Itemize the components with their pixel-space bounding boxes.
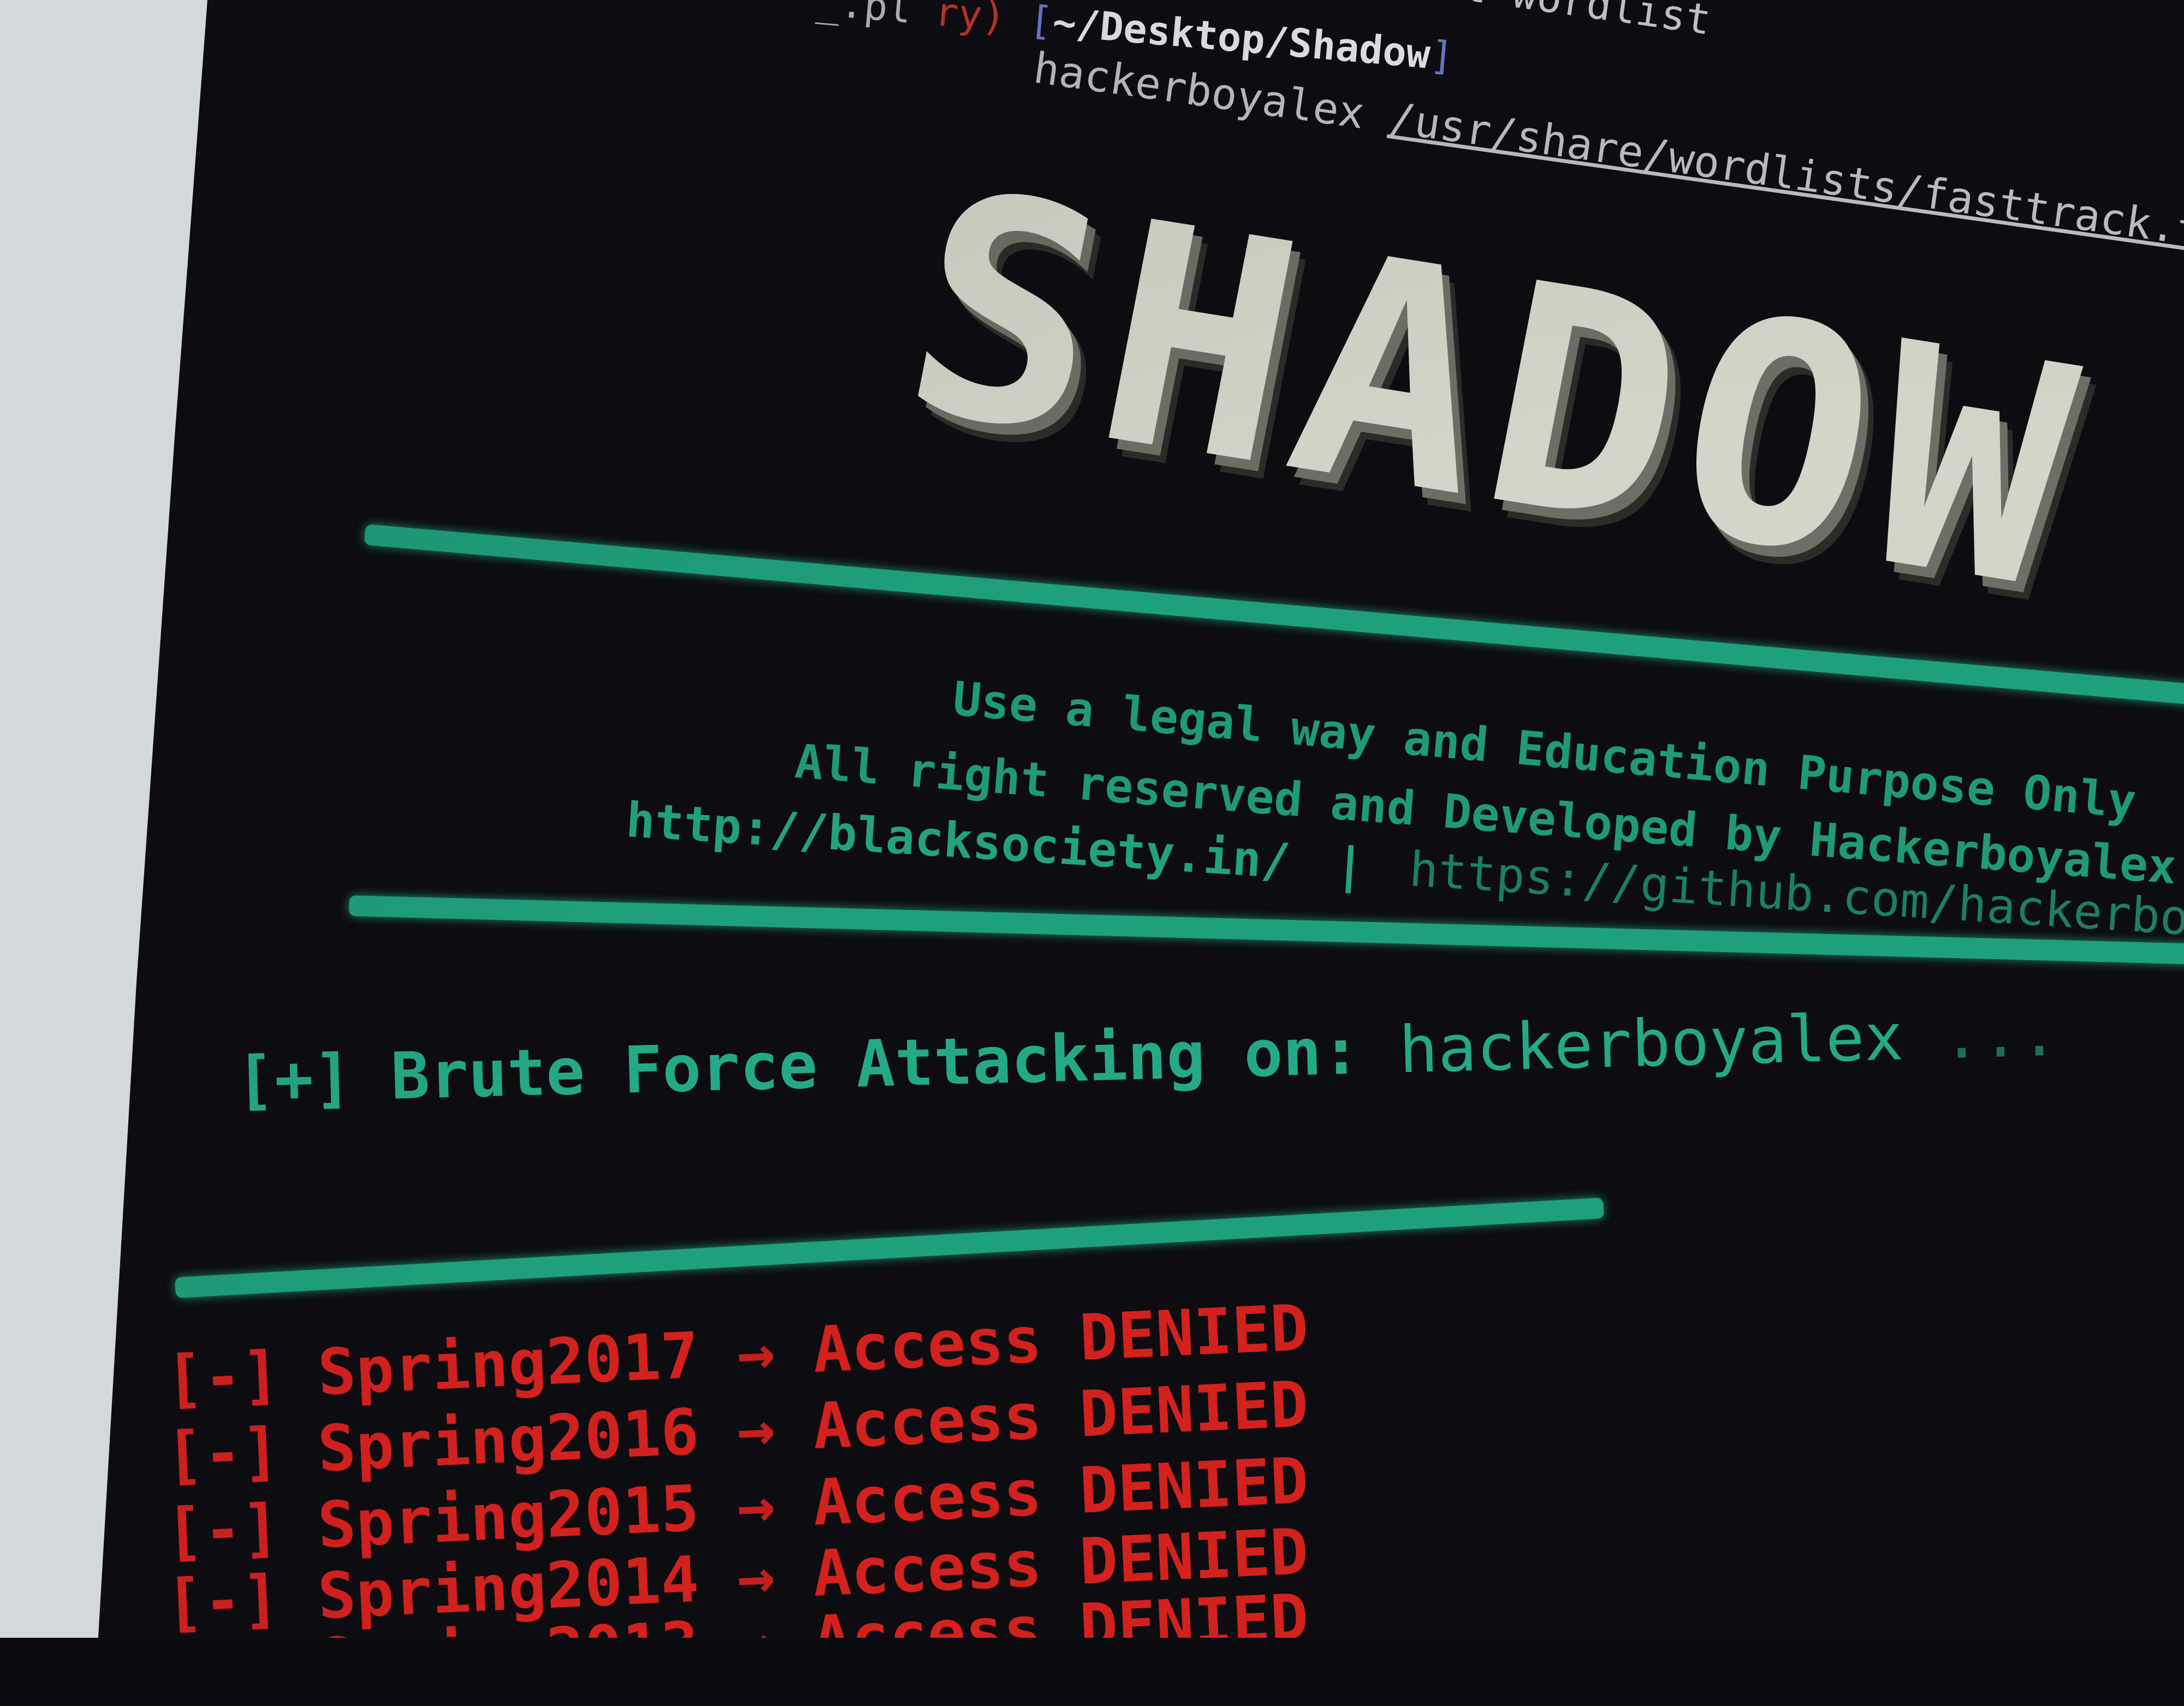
arrow-icon: →	[735, 1468, 777, 1544]
attack-status: [+] Brute Force Attacking on: hackerboya…	[235, 995, 2059, 1118]
attack-target: hackerboyalex	[1398, 999, 1904, 1088]
attack-ellipsis: ...	[1940, 995, 2060, 1074]
attempt-prefix: [-]	[164, 1414, 282, 1493]
attempt-password: Spring2017	[316, 1318, 701, 1410]
prompt-bracket-close: ]	[1428, 32, 1456, 80]
prompt-partial-left: _.pl	[815, 0, 913, 32]
arrow-icon: →	[735, 1539, 777, 1615]
arrow-icon: →	[735, 1392, 777, 1467]
link-separator: |	[1333, 836, 1366, 894]
attempts-divider	[175, 1197, 1605, 1298]
terminal-window[interactable]: _.pl ry) [~/Desktop/Shadow] ault-wordlis…	[98, 0, 2184, 1638]
prompt-red-fragment: ry)	[933, 0, 1008, 40]
attack-label: Brute Force Attacking on:	[390, 1013, 1362, 1114]
attempt-prefix: [-]	[164, 1627, 282, 1706]
attempt-prefix: [-]	[164, 1490, 282, 1570]
attack-prefix: [+]	[235, 1039, 353, 1118]
arrow-icon: →	[735, 1315, 777, 1391]
attempt-prefix: [-]	[164, 1338, 282, 1417]
attempt-password: Spring2016	[316, 1395, 701, 1487]
arrow-icon: →	[735, 1604, 777, 1680]
prompt-bracket-open: [	[1027, 0, 1055, 45]
